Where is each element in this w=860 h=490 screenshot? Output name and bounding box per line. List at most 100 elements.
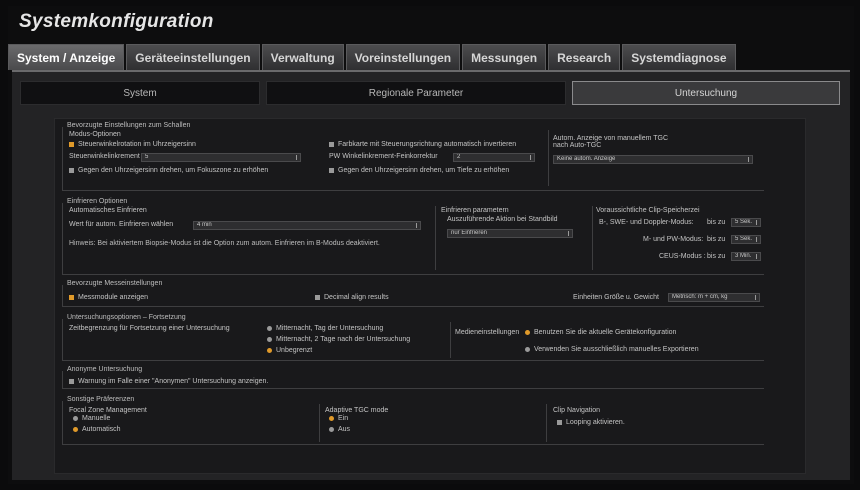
messmodule-checkbox[interactable]: Messmodule anzeigen: [69, 294, 148, 301]
section-sonstige: Sonstige Präferenzen Focal Zone Manageme…: [62, 396, 764, 445]
main-tabs: System / Anzeige Geräteeinstellungen Ver…: [8, 44, 738, 70]
steuer-inkrement-label: Steuerwinkelinkrement: [69, 153, 140, 160]
m-pw-select[interactable]: 5 Sek.: [731, 235, 761, 244]
select-handle-icon: [530, 155, 531, 160]
bis-zu-label: bis zu: [707, 253, 726, 260]
radio-icon: [525, 330, 530, 335]
checkbox-icon: [329, 142, 334, 147]
section-einfrieren: Einfrieren Optionen Automatisches Einfri…: [62, 198, 764, 275]
pw-winkel-select[interactable]: 2: [453, 153, 535, 162]
tab-research[interactable]: Research: [548, 44, 621, 70]
bis-zu-label: bis zu: [707, 219, 726, 226]
checkbox-icon: [69, 295, 74, 300]
clip-navigation-title: Clip Navigation: [553, 407, 601, 414]
aktion-standbild-select[interactable]: nur Einfrieren: [447, 229, 573, 238]
radio-icon: [525, 347, 530, 352]
wert-einfrieren-select[interactable]: 4 min: [193, 221, 421, 230]
select-handle-icon: [568, 231, 569, 236]
medien-label: Medieneinstellungen: [455, 329, 520, 336]
biopsie-hinweis: Hinweis: Bei aktiviertem Biopsie-Modus i…: [69, 240, 380, 247]
checkbox-icon: [69, 168, 74, 173]
tab-geraeteeinstellungen[interactable]: Geräteeinstellungen: [126, 44, 260, 70]
ceus-select[interactable]: 3 Min.: [731, 252, 761, 261]
section-title: Sonstige Präferenzen: [67, 396, 135, 403]
tab-verwaltung[interactable]: Verwaltung: [261, 44, 344, 70]
steuer-inkrement-select[interactable]: 5: [141, 153, 301, 162]
tab-system-anzeige[interactable]: System / Anzeige: [8, 44, 125, 70]
subtab-untersuchung[interactable]: Untersuchung: [572, 81, 840, 105]
pw-winkel-label: PW Winkelinkrement-Feinkorrektur: [329, 153, 438, 160]
radio-aktuelle-konfiguration[interactable]: Benutzen Sie die aktuelle Gerätekonfigur…: [525, 329, 676, 336]
clip-speicher-title: Voraussichtliche Clip-Speicherzei: [596, 207, 700, 214]
radio-focal-manuelle[interactable]: Manuelle: [73, 415, 110, 422]
m-pw-label: M- und PW-Modus:: [643, 236, 704, 243]
radio-icon: [73, 427, 78, 432]
section-divider: [319, 404, 320, 442]
steuer-rotation-checkbox[interactable]: Steuerwinkelrotation im Uhrzeigersinn: [69, 141, 196, 148]
checkbox-icon: [69, 142, 74, 147]
select-handle-icon: [748, 157, 749, 162]
tab-content: System Regionale Parameter Untersuchung …: [12, 70, 850, 480]
radio-icon: [267, 337, 272, 342]
app-title: Systemkonfiguration: [19, 11, 214, 32]
zeitbegrenzung-label: Zeitbegrenzung für Fortsetzung einer Unt…: [69, 325, 230, 332]
section-title: Bevorzugte Einstellungen zum Schallen: [67, 122, 191, 129]
section-messen: Bevorzugte Messeinstellungen Messmodule …: [62, 280, 764, 307]
section-title: Einfrieren Optionen: [67, 198, 128, 205]
gegen-uhrzeiger-tiefe-checkbox[interactable]: Gegen den Uhrzeigersinn drehen, um Tiefe…: [329, 167, 509, 174]
auto-einfrieren-title: Automatisches Einfrieren: [69, 207, 147, 214]
subtab-regionale-parameter[interactable]: Regionale Parameter: [266, 81, 566, 105]
wert-einfrieren-label: Wert für autom. Einfrieren wählen: [69, 221, 174, 228]
tab-systemdiagnose[interactable]: Systemdiagnose: [622, 44, 736, 70]
modus-options-title: Modus-Optionen: [69, 131, 121, 138]
section-title: Anonyme Untersuchung: [67, 366, 143, 373]
section-schallen: Bevorzugte Einstellungen zum Schallen Mo…: [62, 122, 764, 191]
radio-mitternacht-2-tage[interactable]: Mitternacht, 2 Tage nach der Untersuchun…: [267, 336, 410, 343]
subtab-system[interactable]: System: [20, 81, 260, 105]
checkbox-icon: [69, 379, 74, 384]
ceus-label: CEUS-Modus :: [659, 253, 706, 260]
select-handle-icon: [755, 295, 756, 300]
select-handle-icon: [416, 223, 417, 228]
select-handle-icon: [296, 155, 297, 160]
radio-icon: [329, 427, 334, 432]
section-anonym: Anonyme Untersuchung Warnung im Falle ei…: [62, 366, 764, 389]
anonym-warnung-checkbox[interactable]: Warnung im Falle einer "Anonymen" Unters…: [69, 378, 268, 385]
sub-tabs: System Regionale Parameter Untersuchung: [20, 81, 840, 105]
tab-messungen[interactable]: Messungen: [462, 44, 547, 70]
radio-manuelles-exportieren[interactable]: Verwenden Sie ausschließlich manuelles E…: [525, 346, 699, 353]
section-divider: [592, 206, 593, 270]
einfrieren-param-title: Einfrieren parametern: [441, 207, 509, 214]
decimal-align-checkbox[interactable]: Decimal align results: [315, 294, 389, 301]
section-divider: [435, 206, 436, 270]
tgc-title-line2: nach Auto-TGC: [553, 142, 602, 149]
settings-panel: Bevorzugte Einstellungen zum Schallen Mo…: [54, 118, 806, 474]
tgc-select[interactable]: Keine autom. Anzeige: [553, 155, 753, 164]
adaptive-tgc-title: Adaptive TGC mode: [325, 407, 389, 414]
select-handle-icon: [756, 254, 757, 259]
looping-checkbox[interactable]: Looping aktivieren.: [557, 419, 625, 426]
section-title: Bevorzugte Messeinstellungen: [67, 280, 163, 287]
einheiten-select[interactable]: Metrisch: m + cm, kg: [668, 293, 760, 302]
b-swe-select[interactable]: 5 Sek.: [731, 218, 761, 227]
section-fortsetzung: Untersuchungsoptionen – Fortsetzung Zeit…: [62, 314, 764, 361]
checkbox-icon: [329, 168, 334, 173]
select-handle-icon: [756, 220, 757, 225]
radio-mitternacht-tag[interactable]: Mitternacht, Tag der Untersuchung: [267, 325, 383, 332]
app-window: Systemkonfiguration System / Anzeige Ger…: [8, 6, 854, 484]
radio-tgc-aus[interactable]: Aus: [329, 426, 350, 433]
radio-unbegrenzt[interactable]: Unbegrenzt: [267, 347, 312, 354]
einheiten-label: Einheiten Größe u. Gewicht: [573, 294, 659, 301]
radio-tgc-ein[interactable]: Ein: [329, 415, 348, 422]
farbkarte-checkbox[interactable]: Farbkarte mit Steuerungsrichtung automat…: [329, 141, 516, 148]
radio-focal-automatisch[interactable]: Automatisch: [73, 426, 121, 433]
b-swe-label: B-, SWE- und Doppler-Modus:: [599, 219, 694, 226]
gegen-uhrzeiger-fokus-checkbox[interactable]: Gegen den Uhrzeigersinn drehen, um Fokus…: [69, 167, 268, 174]
tab-voreinstellungen[interactable]: Voreinstellungen: [345, 44, 461, 70]
section-divider: [450, 322, 451, 358]
bis-zu-label: bis zu: [707, 236, 726, 243]
checkbox-icon: [557, 420, 562, 425]
aktion-standbild-label: Auszuführende Aktion bei Standbild: [447, 216, 558, 223]
radio-icon: [267, 348, 272, 353]
tgc-title-line1: Autom. Anzeige von manuellem TGC: [553, 135, 669, 142]
